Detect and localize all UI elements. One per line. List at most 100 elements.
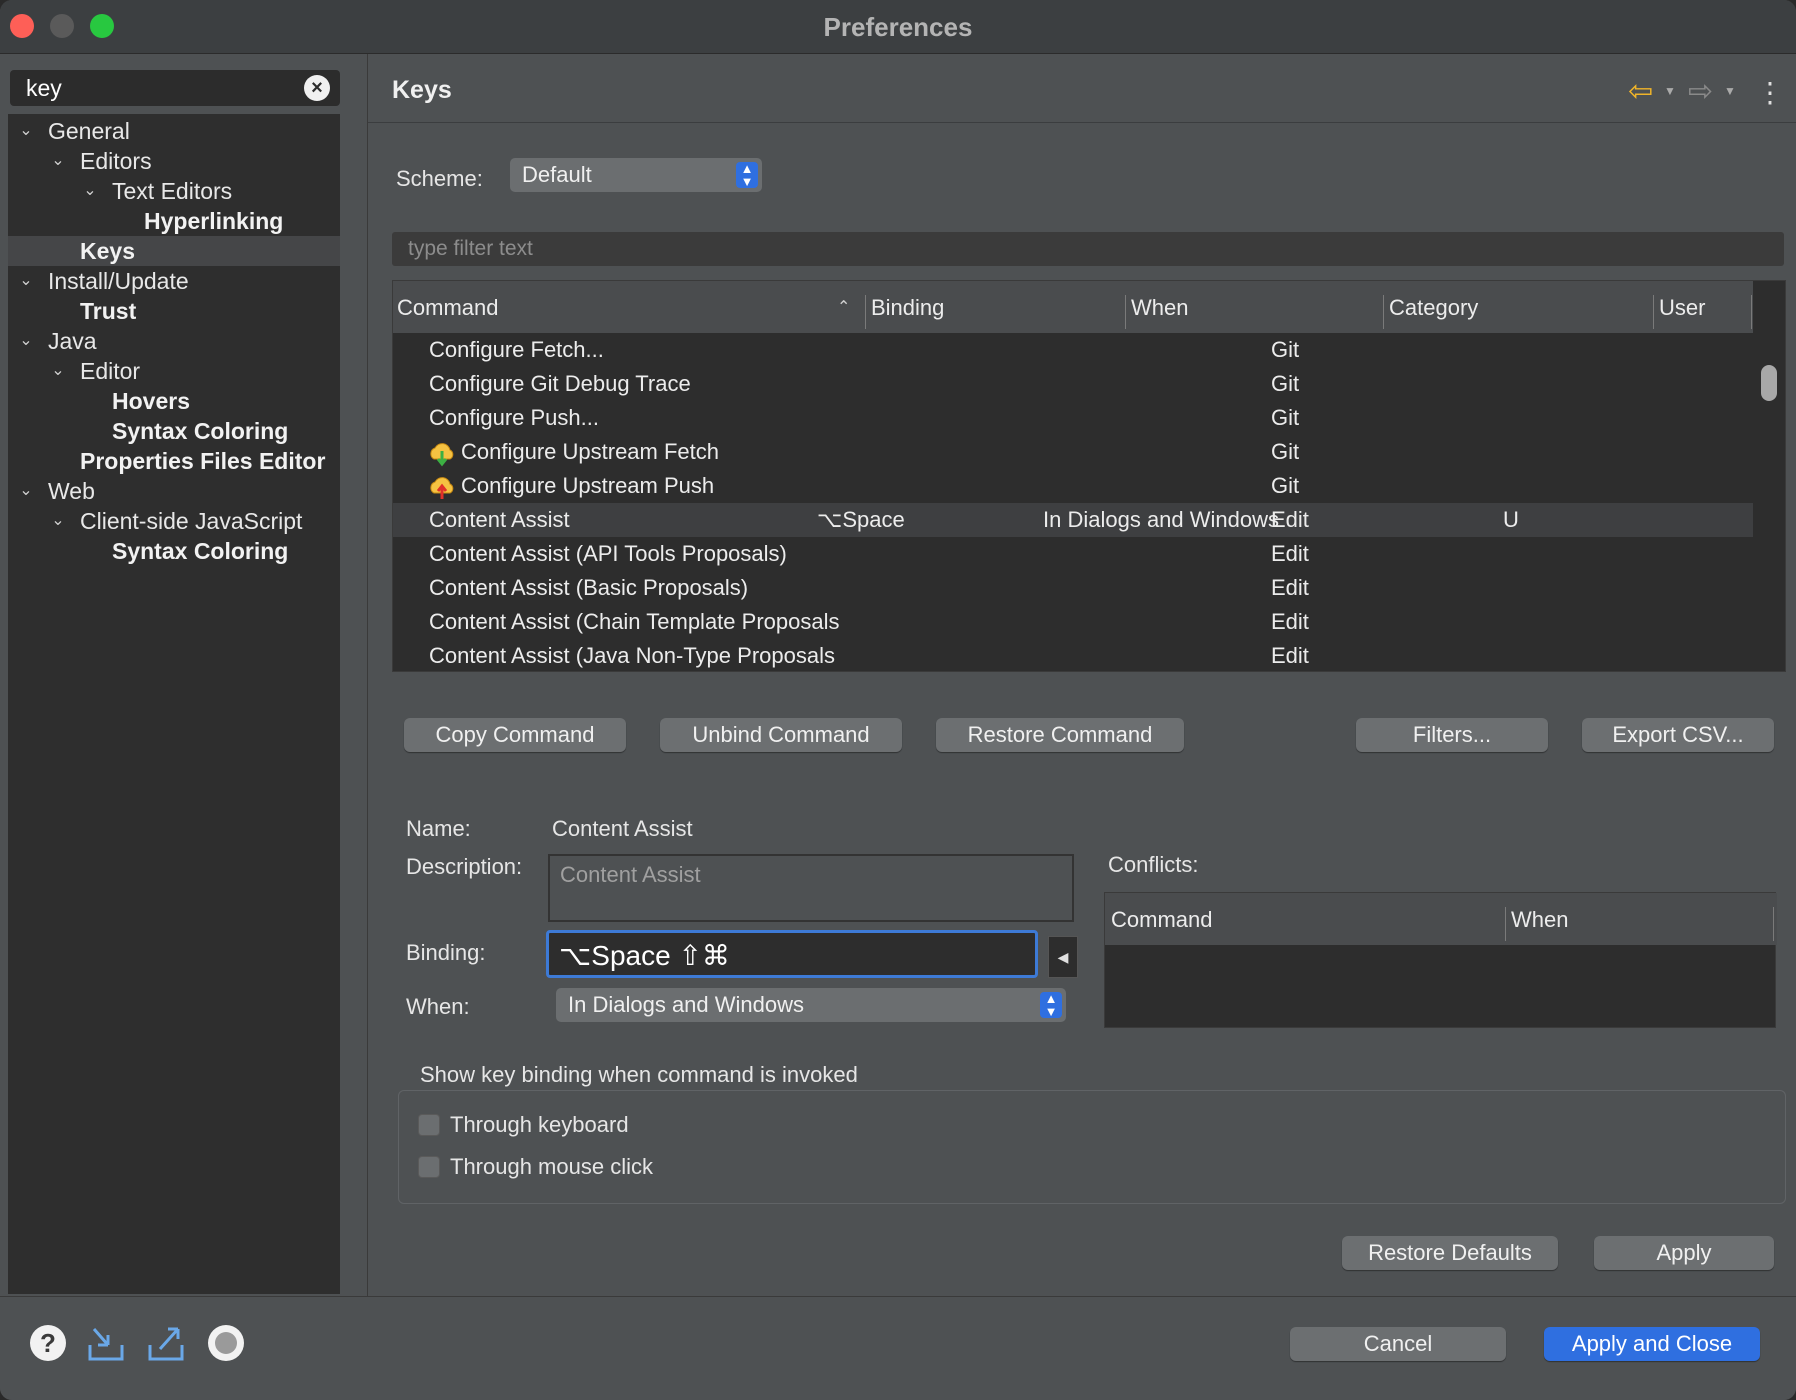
table-row[interactable]: Configure Upstream Push Git — [393, 469, 1753, 503]
through-keyboard-checkbox[interactable] — [418, 1114, 440, 1136]
tree-item[interactable]: Syntax Coloring — [8, 536, 340, 566]
cell-command: Content Assist (Basic Proposals) — [429, 571, 748, 605]
chevron-down-icon[interactable]: ⌄ — [16, 476, 36, 506]
column-header-command[interactable]: Command — [397, 295, 498, 321]
tree-item-label: Editor — [80, 358, 141, 384]
tree-item[interactable]: ⌄ Editors — [8, 146, 340, 176]
tree-item-label: Install/Update — [48, 268, 189, 294]
column-header-binding[interactable]: Binding — [871, 295, 944, 321]
show-binding-group — [398, 1090, 1786, 1204]
cancel-button[interactable]: Cancel — [1290, 1327, 1506, 1361]
restore-command-button[interactable]: Restore Command — [936, 718, 1184, 752]
cell-category: Git — [1271, 367, 1299, 401]
search-field[interactable]: key × — [10, 70, 340, 106]
table-scrollbar[interactable] — [1753, 281, 1785, 671]
table-row[interactable]: Content Assist (Java Non-Type Proposals E… — [393, 639, 1753, 673]
apply-and-close-button[interactable]: Apply and Close — [1544, 1327, 1760, 1361]
table-row[interactable]: Content Assist (Basic Proposals) Edit — [393, 571, 1753, 605]
filters-button[interactable]: Filters... — [1356, 718, 1548, 752]
title-bar: Preferences — [0, 0, 1796, 54]
cell-command: Configure Push... — [429, 401, 599, 435]
column-divider[interactable] — [1383, 295, 1384, 329]
table-row[interactable]: Configure Fetch... Git — [393, 333, 1753, 367]
tree-item[interactable]: ⌄ General — [8, 116, 340, 146]
back-history-dropdown-icon[interactable]: ▼ — [1664, 84, 1676, 98]
tree-item[interactable]: Hovers — [8, 386, 340, 416]
tree-item[interactable]: Hyperlinking — [8, 206, 340, 236]
through-mouse-checkbox[interactable] — [418, 1156, 440, 1178]
conflicts-header-command[interactable]: Command — [1111, 907, 1212, 933]
back-arrow-icon[interactable]: ⇦ — [1628, 74, 1653, 109]
cell-text: Configure Upstream Fetch — [461, 439, 719, 464]
column-divider[interactable] — [1505, 907, 1506, 941]
import-icon[interactable] — [86, 1323, 126, 1363]
chevron-down-icon[interactable]: ⌄ — [48, 146, 68, 176]
svg-text:?: ? — [40, 1328, 56, 1358]
show-binding-group-title: Show key binding when command is invoked — [420, 1062, 858, 1087]
search-input[interactable]: key — [26, 75, 62, 102]
column-divider[interactable] — [1125, 295, 1126, 329]
table-header: Command ⌃ Binding When Category User — [393, 281, 1753, 333]
tree-item[interactable]: Trust — [8, 296, 340, 326]
column-header-category[interactable]: Category — [1389, 295, 1478, 321]
tree-item[interactable]: ⌄ Install/Update — [8, 266, 340, 296]
column-header-user[interactable]: User — [1659, 295, 1705, 321]
tree-item[interactable]: ⌄ Editor — [8, 356, 340, 386]
cell-binding: ⌥Space — [817, 503, 905, 537]
scrollbar-thumb[interactable] — [1761, 365, 1777, 401]
chevron-down-icon[interactable]: ⌄ — [48, 356, 68, 386]
table-row[interactable]: Content Assist (API Tools Proposals) Edit — [393, 537, 1753, 571]
table-row[interactable]: Configure Upstream Fetch Git — [393, 435, 1753, 469]
scheme-select[interactable]: Default ▲ ▼ — [510, 158, 762, 192]
table-row[interactable]: Content Assist ⌥Space In Dialogs and Windo… — [393, 503, 1753, 537]
table-row[interactable]: Content Assist (Chain Template Proposals… — [393, 605, 1753, 639]
apply-button[interactable]: Apply — [1594, 1236, 1774, 1270]
column-divider[interactable] — [865, 295, 866, 329]
tree-item[interactable]: Keys — [8, 236, 340, 266]
export-icon[interactable] — [146, 1323, 186, 1363]
column-divider[interactable] — [1751, 295, 1752, 329]
tree-item-label: Keys — [80, 238, 135, 264]
column-divider[interactable] — [1653, 295, 1654, 329]
table-row[interactable]: Configure Git Debug Trace Git — [393, 367, 1753, 401]
forward-arrow-icon[interactable]: ⇨ — [1688, 74, 1713, 109]
unbind-command-button[interactable]: Unbind Command — [660, 718, 902, 752]
chevron-down-icon[interactable]: ⌄ — [48, 506, 68, 536]
chevron-down-icon[interactable]: ⌄ — [16, 116, 36, 146]
chevron-down-icon[interactable]: ⌄ — [80, 176, 100, 206]
column-divider[interactable] — [1773, 907, 1774, 941]
tree-item[interactable]: Properties Files Editor — [8, 446, 340, 476]
tree-item[interactable]: ⌄ Java — [8, 326, 340, 356]
chevron-down-icon[interactable]: ⌄ — [16, 266, 36, 296]
cell-text: ⌥Space — [817, 507, 905, 532]
table-row[interactable]: Configure Push... Git — [393, 401, 1753, 435]
column-header-when[interactable]: When — [1131, 295, 1188, 321]
forward-history-dropdown-icon[interactable]: ▼ — [1724, 84, 1736, 98]
keys-page: Keys ⇦ ▼ ⇨ ▼ ⋮ Scheme: Default ▲ ▼ type f… — [368, 54, 1796, 1296]
tree-item[interactable]: ⌄ Web — [8, 476, 340, 506]
tree-item-label: Editors — [80, 148, 152, 174]
tree-item[interactable]: ⌄ Text Editors — [8, 176, 340, 206]
sort-ascending-icon: ⌃ — [837, 299, 851, 316]
conflicts-header-when[interactable]: When — [1511, 907, 1568, 933]
record-icon[interactable] — [206, 1323, 246, 1363]
description-field: Content Assist — [548, 854, 1074, 922]
cell-text: Edit — [1271, 643, 1309, 668]
more-options-icon[interactable]: ⋮ — [1756, 76, 1784, 109]
help-icon[interactable]: ? — [28, 1323, 68, 1363]
chevron-down-icon[interactable]: ⌄ — [16, 326, 36, 356]
clear-search-icon[interactable]: × — [304, 75, 330, 101]
tree-item[interactable]: ⌄ Client-side JavaScript — [8, 506, 340, 536]
binding-menu-arrow-icon[interactable]: ◀ — [1048, 936, 1078, 978]
tree-item[interactable]: Syntax Coloring — [8, 416, 340, 446]
when-select[interactable]: In Dialogs and Windows ▲ ▼ — [556, 988, 1066, 1022]
restore-defaults-button[interactable]: Restore Defaults — [1342, 1236, 1558, 1270]
cell-category: Git — [1271, 435, 1299, 469]
binding-input[interactable]: ⌥Space ⇧⌘ — [546, 930, 1038, 978]
conflicts-table: Command When — [1104, 892, 1777, 1028]
filter-input[interactable]: type filter text — [392, 232, 1784, 266]
cell-category: Edit — [1271, 537, 1309, 571]
export-csv-button[interactable]: Export CSV... — [1582, 718, 1774, 752]
copy-command-button[interactable]: Copy Command — [404, 718, 626, 752]
preferences-navigation: key × ⌄ General ⌄ Editors ⌄ Text Editors Hyper… — [0, 54, 368, 1296]
